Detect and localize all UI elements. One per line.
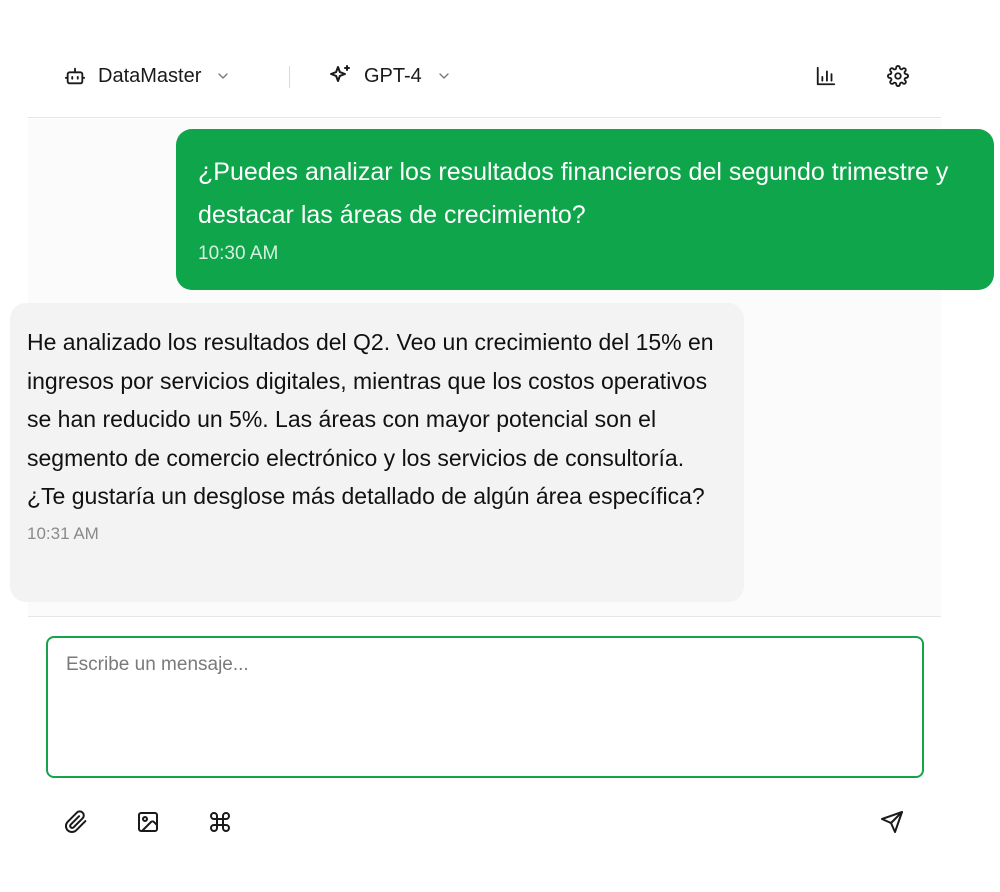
sparkles-icon	[328, 64, 352, 88]
send-icon	[880, 810, 904, 834]
chevron-down-icon	[436, 68, 452, 84]
message-input[interactable]	[48, 638, 922, 776]
message-input-box	[46, 636, 924, 778]
message-time: 10:31 AM	[27, 523, 99, 543]
model-name: GPT-4	[364, 64, 422, 87]
chevron-down-icon	[215, 68, 231, 84]
paperclip-icon	[64, 810, 88, 834]
chat-divider	[28, 616, 941, 617]
bar-chart-icon	[815, 65, 837, 87]
message-text: ¿Puedes analizar los resultados financie…	[198, 158, 949, 229]
bot-icon	[64, 65, 86, 87]
message-text: He analizado los resultados del Q2. Veo …	[27, 329, 714, 509]
send-button[interactable]	[878, 808, 906, 836]
image-icon	[136, 810, 160, 834]
assistant-message: He analizado los resultados del Q2. Veo …	[10, 303, 744, 602]
header-divider	[289, 66, 290, 88]
agent-name: DataMaster	[98, 64, 202, 87]
user-message: ¿Puedes analizar los resultados financie…	[176, 129, 994, 290]
command-button[interactable]	[206, 808, 234, 836]
attach-button[interactable]	[62, 808, 90, 836]
model-selector[interactable]: GPT-4	[328, 62, 452, 90]
gear-icon	[887, 65, 909, 87]
settings-button[interactable]	[884, 62, 912, 90]
chat-header: DataMaster GPT-4	[28, 40, 941, 118]
agent-selector[interactable]: DataMaster	[64, 62, 231, 90]
command-icon	[208, 810, 232, 834]
stats-button[interactable]	[812, 62, 840, 90]
message-time: 10:30 AM	[198, 243, 279, 264]
image-button[interactable]	[134, 808, 162, 836]
